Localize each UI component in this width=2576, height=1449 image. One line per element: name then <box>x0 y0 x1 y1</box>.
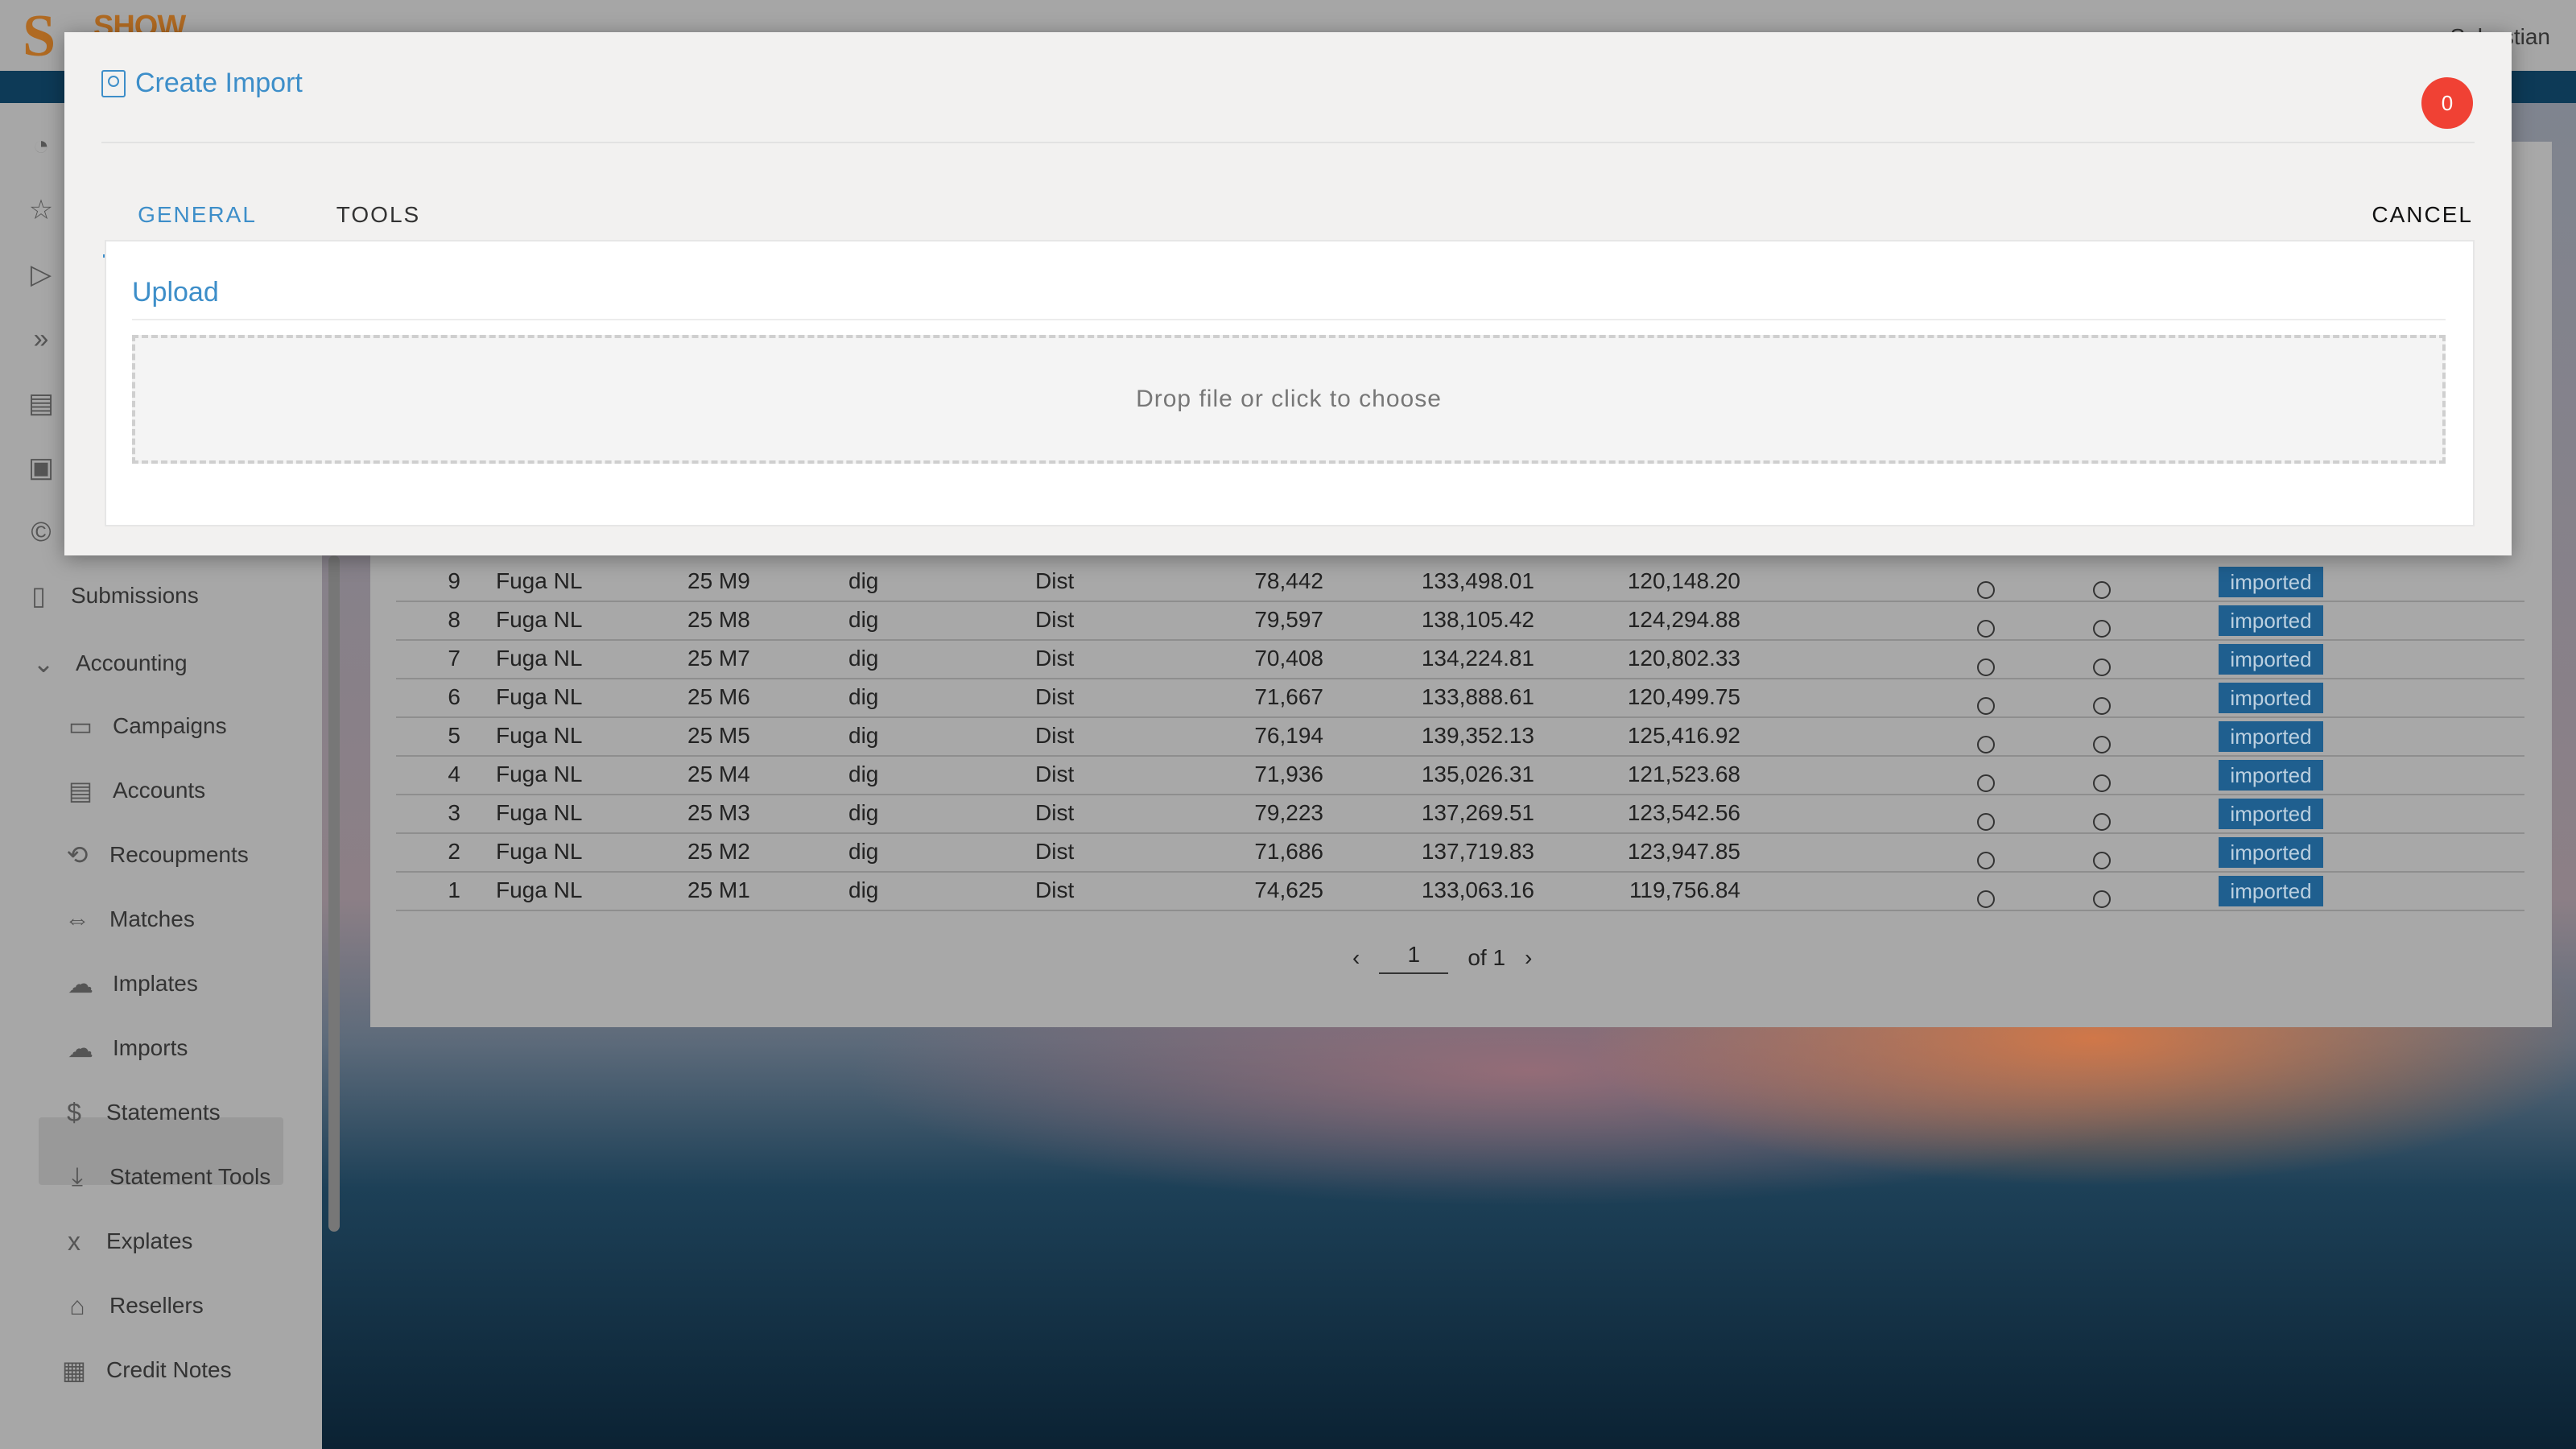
upload-card: Upload Drop file or click to choose <box>105 240 2475 526</box>
divider <box>132 319 2446 320</box>
file-dropzone[interactable]: Drop file or click to choose <box>132 335 2446 464</box>
notification-badge[interactable]: 0 <box>2421 77 2473 129</box>
contact-icon <box>101 69 126 97</box>
dialog-title: Create Import <box>101 68 303 99</box>
upload-title: Upload <box>132 277 219 308</box>
create-import-dialog: Create Import 0 GENERAL TOOLS CANCEL Upl… <box>64 32 2512 555</box>
dropzone-text: Drop file or click to choose <box>1136 386 1442 412</box>
divider <box>101 142 2475 143</box>
dialog-title-text: Create Import <box>135 68 303 98</box>
